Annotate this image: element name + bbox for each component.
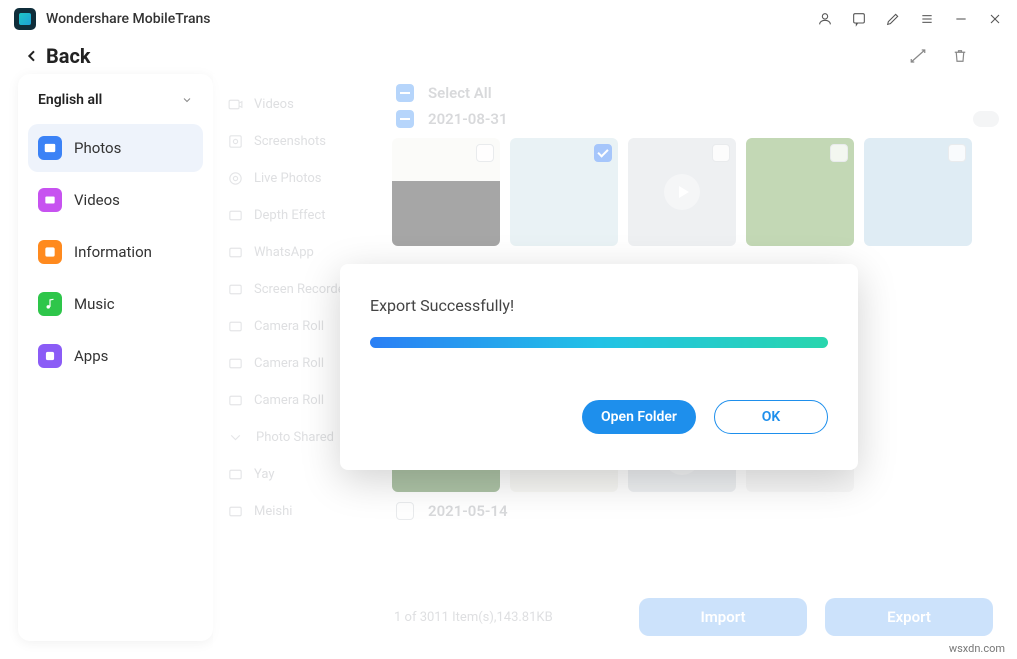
- thumb-checkbox[interactable]: [948, 144, 966, 162]
- chevron-down-icon: [181, 94, 193, 106]
- date-group-row[interactable]: 2021-08-31: [392, 106, 999, 132]
- videos-icon: [38, 188, 62, 212]
- date-group-row[interactable]: 2021-05-14: [392, 498, 999, 524]
- photo-thumbnail[interactable]: [510, 138, 618, 246]
- feedback-icon[interactable]: [851, 11, 867, 27]
- thumb-checkbox[interactable]: [712, 144, 730, 162]
- sidebar-item-photos[interactable]: Photos: [28, 124, 203, 172]
- footer-info: 1 of 3011 Item(s),143.81KB: [394, 610, 553, 625]
- back-button[interactable]: Back: [24, 44, 91, 68]
- user-icon[interactable]: [817, 11, 833, 27]
- category-item-screenshots[interactable]: Screenshots: [217, 123, 384, 160]
- menu-icon[interactable]: [919, 11, 935, 27]
- progress-bar: [370, 337, 828, 348]
- dialog-title: Export Successfully!: [370, 296, 828, 315]
- sidebar-item-information[interactable]: Information: [28, 228, 203, 276]
- sidebar-item-label: Videos: [74, 191, 120, 209]
- language-label: English all: [38, 92, 102, 108]
- category-item-meishi[interactable]: Meishi: [217, 493, 384, 530]
- sidebar-item-videos[interactable]: Videos: [28, 176, 203, 224]
- photo-thumbnail[interactable]: [628, 138, 736, 246]
- delete-icon[interactable]: [951, 47, 969, 65]
- sidebar-item-label: Music: [74, 295, 115, 313]
- category-item-videos[interactable]: Videos: [217, 86, 384, 123]
- date-group-label: 2021-05-14: [428, 502, 508, 520]
- back-label: Back: [46, 44, 91, 68]
- information-icon: [38, 240, 62, 264]
- app-title: Wondershare MobileTrans: [46, 11, 211, 27]
- back-row: Back: [0, 38, 1017, 74]
- sidebar: English all Photos Videos Information Mu…: [18, 74, 213, 641]
- category-item-live-photos[interactable]: Live Photos: [217, 160, 384, 197]
- thumb-checkbox[interactable]: [830, 144, 848, 162]
- date-group-label: 2021-08-31: [428, 110, 508, 128]
- select-all-checkbox[interactable]: [396, 84, 414, 102]
- export-success-dialog: Export Successfully! Open Folder OK: [340, 264, 858, 470]
- sidebar-item-label: Apps: [74, 347, 108, 365]
- sidebar-item-music[interactable]: Music: [28, 280, 203, 328]
- open-folder-button[interactable]: Open Folder: [582, 400, 696, 434]
- date-group-checkbox[interactable]: [396, 502, 414, 520]
- thumb-checkbox[interactable]: [476, 144, 494, 162]
- date-group-checkbox[interactable]: [396, 110, 414, 128]
- refresh-icon[interactable]: [909, 47, 927, 65]
- ok-button[interactable]: OK: [714, 400, 828, 434]
- minimize-icon[interactable]: [953, 11, 969, 27]
- app-logo: [14, 8, 36, 30]
- count-badge: [973, 111, 999, 127]
- sidebar-item-apps[interactable]: Apps: [28, 332, 203, 380]
- chevron-left-icon: [24, 48, 40, 64]
- chevron-down-icon: [227, 429, 244, 446]
- select-all-label: Select All: [428, 84, 492, 102]
- edit-icon[interactable]: [885, 11, 901, 27]
- export-button[interactable]: Export: [825, 598, 993, 636]
- photo-thumbnail[interactable]: [746, 138, 854, 246]
- footer: 1 of 3011 Item(s),143.81KB Import Export: [388, 593, 999, 641]
- play-icon: [664, 174, 700, 210]
- watermark: wsxdn.com: [949, 642, 1005, 655]
- photo-thumbnail[interactable]: [392, 138, 500, 246]
- music-icon: [38, 292, 62, 316]
- apps-icon: [38, 344, 62, 368]
- select-all-row[interactable]: Select All: [392, 80, 999, 106]
- sidebar-item-label: Information: [74, 243, 152, 261]
- import-button[interactable]: Import: [639, 598, 807, 636]
- category-item-depth-effect[interactable]: Depth Effect: [217, 197, 384, 234]
- sidebar-item-label: Photos: [74, 139, 121, 157]
- language-selector[interactable]: English all: [28, 92, 203, 124]
- titlebar: Wondershare MobileTrans: [0, 0, 1017, 38]
- photos-icon: [38, 136, 62, 160]
- thumb-checkbox[interactable]: [594, 144, 612, 162]
- photo-thumbnail[interactable]: [864, 138, 972, 246]
- close-icon[interactable]: [987, 11, 1003, 27]
